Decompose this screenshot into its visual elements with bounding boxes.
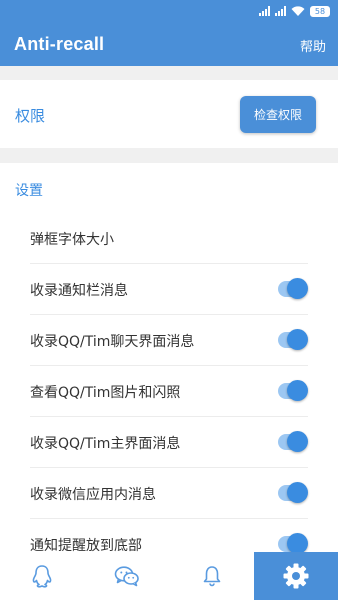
bell-icon bbox=[203, 566, 220, 587]
setting-label: 收录微信应用内消息 bbox=[30, 487, 156, 503]
signal-icon bbox=[259, 6, 270, 16]
tab-wechat[interactable] bbox=[85, 552, 170, 600]
permissions-card: 权限 检查权限 bbox=[0, 80, 338, 148]
gear-icon bbox=[283, 563, 309, 589]
setting-label: 收录QQ/Tim聊天界面消息 bbox=[30, 334, 195, 350]
toggle-knob bbox=[287, 278, 308, 299]
qq-main-capture-toggle[interactable] bbox=[278, 431, 308, 452]
setting-label: 收录QQ/Tim主界面消息 bbox=[30, 436, 181, 452]
check-permissions-button[interactable]: 检查权限 bbox=[240, 96, 316, 133]
setting-qq-chat-capture: 收录QQ/Tim聊天界面消息 bbox=[30, 315, 308, 366]
setting-popup-font-size[interactable]: 弹框字体大小 bbox=[30, 213, 308, 264]
setting-label: 收录通知栏消息 bbox=[30, 283, 128, 299]
setting-label: 查看QQ/Tim图片和闪照 bbox=[30, 385, 181, 401]
help-button[interactable]: 帮助 bbox=[300, 36, 326, 55]
app-bar: 58 Anti-recall 帮助 bbox=[0, 0, 338, 66]
qq-penguin-icon bbox=[32, 565, 52, 588]
toggle-knob bbox=[287, 533, 308, 554]
setting-wechat-capture: 收录微信应用内消息 bbox=[30, 468, 308, 519]
battery-icon: 58 bbox=[310, 5, 330, 17]
toggle-knob bbox=[287, 431, 308, 452]
toggle-knob bbox=[287, 482, 308, 503]
tab-settings[interactable] bbox=[254, 552, 338, 600]
setting-qq-images: 查看QQ/Tim图片和闪照 bbox=[30, 366, 308, 417]
notification-capture-toggle[interactable] bbox=[278, 278, 308, 299]
signal-icon bbox=[275, 6, 286, 16]
wechat-icon bbox=[114, 566, 139, 587]
bottom-nav bbox=[0, 552, 338, 600]
notify-bottom-toggle[interactable] bbox=[278, 533, 308, 554]
tab-notifications[interactable] bbox=[169, 552, 254, 600]
wechat-capture-toggle[interactable] bbox=[278, 482, 308, 503]
page-title: Anti-recall bbox=[14, 34, 105, 54]
setting-label: 弹框字体大小 bbox=[30, 232, 114, 248]
toggle-knob bbox=[287, 329, 308, 350]
settings-section-label: 设置 bbox=[15, 183, 43, 199]
setting-qq-main-capture: 收录QQ/Tim主界面消息 bbox=[30, 417, 308, 468]
toggle-knob bbox=[287, 380, 308, 401]
qq-chat-capture-toggle[interactable] bbox=[278, 329, 308, 350]
tab-qq[interactable] bbox=[0, 552, 85, 600]
settings-list: 弹框字体大小 收录通知栏消息 收录QQ/Tim聊天界面消息 查看QQ/Tim图片… bbox=[0, 213, 338, 570]
settings-card: 设置 弹框字体大小 收录通知栏消息 收录QQ/Tim聊天界面消息 查看QQ/Ti… bbox=[0, 163, 338, 600]
qq-images-toggle[interactable] bbox=[278, 380, 308, 401]
permissions-label: 权限 bbox=[15, 107, 46, 125]
wifi-icon bbox=[291, 6, 305, 16]
status-bar: 58 bbox=[259, 0, 330, 22]
setting-notification-capture: 收录通知栏消息 bbox=[30, 264, 308, 315]
